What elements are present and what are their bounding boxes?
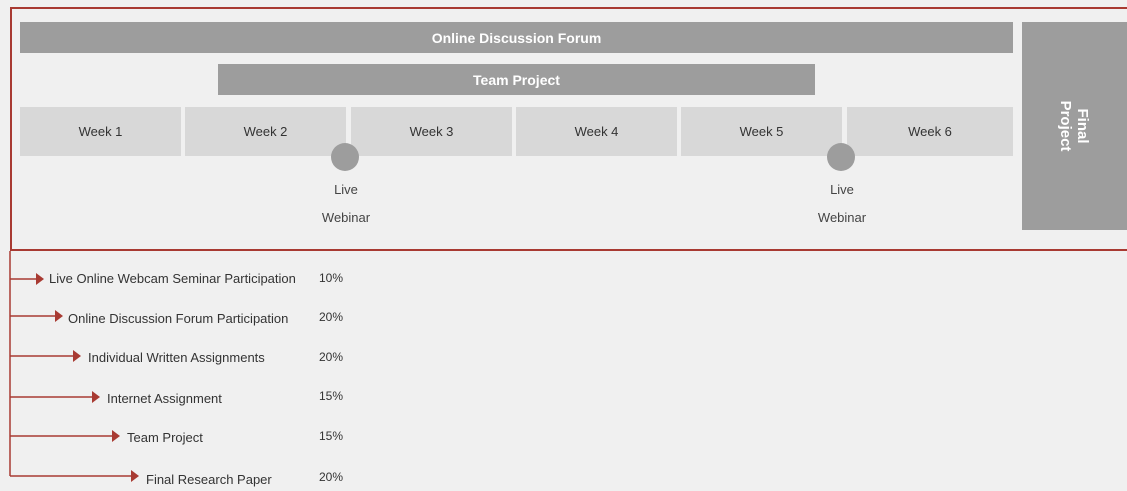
webinar-label-2: Live Webinar — [817, 182, 867, 225]
assessment-label-4: Internet Assignment — [107, 391, 222, 406]
assessment-label-2: Online Discussion Forum Participation — [68, 311, 289, 326]
assessment-label-3: Individual Written Assignments — [88, 350, 265, 365]
webinar-marker-2 — [827, 143, 855, 171]
arrowhead-2 — [55, 310, 63, 322]
assessment-percent-1: 10% — [319, 271, 344, 285]
assessment-percent-6: 20% — [319, 470, 344, 484]
week-4-block: Week 4 — [516, 107, 677, 156]
assessment-percent-5: 15% — [319, 429, 344, 443]
assessment-percent-4: 15% — [319, 389, 344, 403]
online-discussion-forum-bar: Online Discussion Forum — [20, 22, 1013, 53]
arrowhead-3 — [73, 350, 81, 362]
webinar-marker-1 — [331, 143, 359, 171]
assessment-percent-2: 20% — [319, 310, 344, 324]
webinar-label-1: Live Webinar — [321, 182, 371, 225]
week-3-block: Week 3 — [351, 107, 512, 156]
assessment-label-6: Final Research Paper — [146, 472, 272, 487]
week-5-block: Week 5 — [681, 107, 842, 156]
final-project-block: Final Project — [1022, 22, 1127, 230]
week-2-block: Week 2 — [185, 107, 346, 156]
course-structure-diagram: Online Discussion Forum Team Project Wee… — [0, 0, 1127, 491]
team-project-bar: Team Project — [218, 64, 815, 95]
assessment-percent-3: 20% — [319, 350, 344, 364]
assessment-label-1: Live Online Webcam Seminar Participation — [49, 271, 296, 286]
week-6-block: Week 6 — [847, 107, 1013, 156]
arrowhead-5 — [112, 430, 120, 442]
assessment-label-5: Team Project — [127, 430, 203, 445]
final-project-label: Final Project — [1057, 100, 1091, 152]
arrowhead-6 — [131, 470, 139, 482]
arrowhead-1 — [36, 273, 44, 285]
week-1-block: Week 1 — [20, 107, 181, 156]
arrowhead-4 — [92, 391, 100, 403]
